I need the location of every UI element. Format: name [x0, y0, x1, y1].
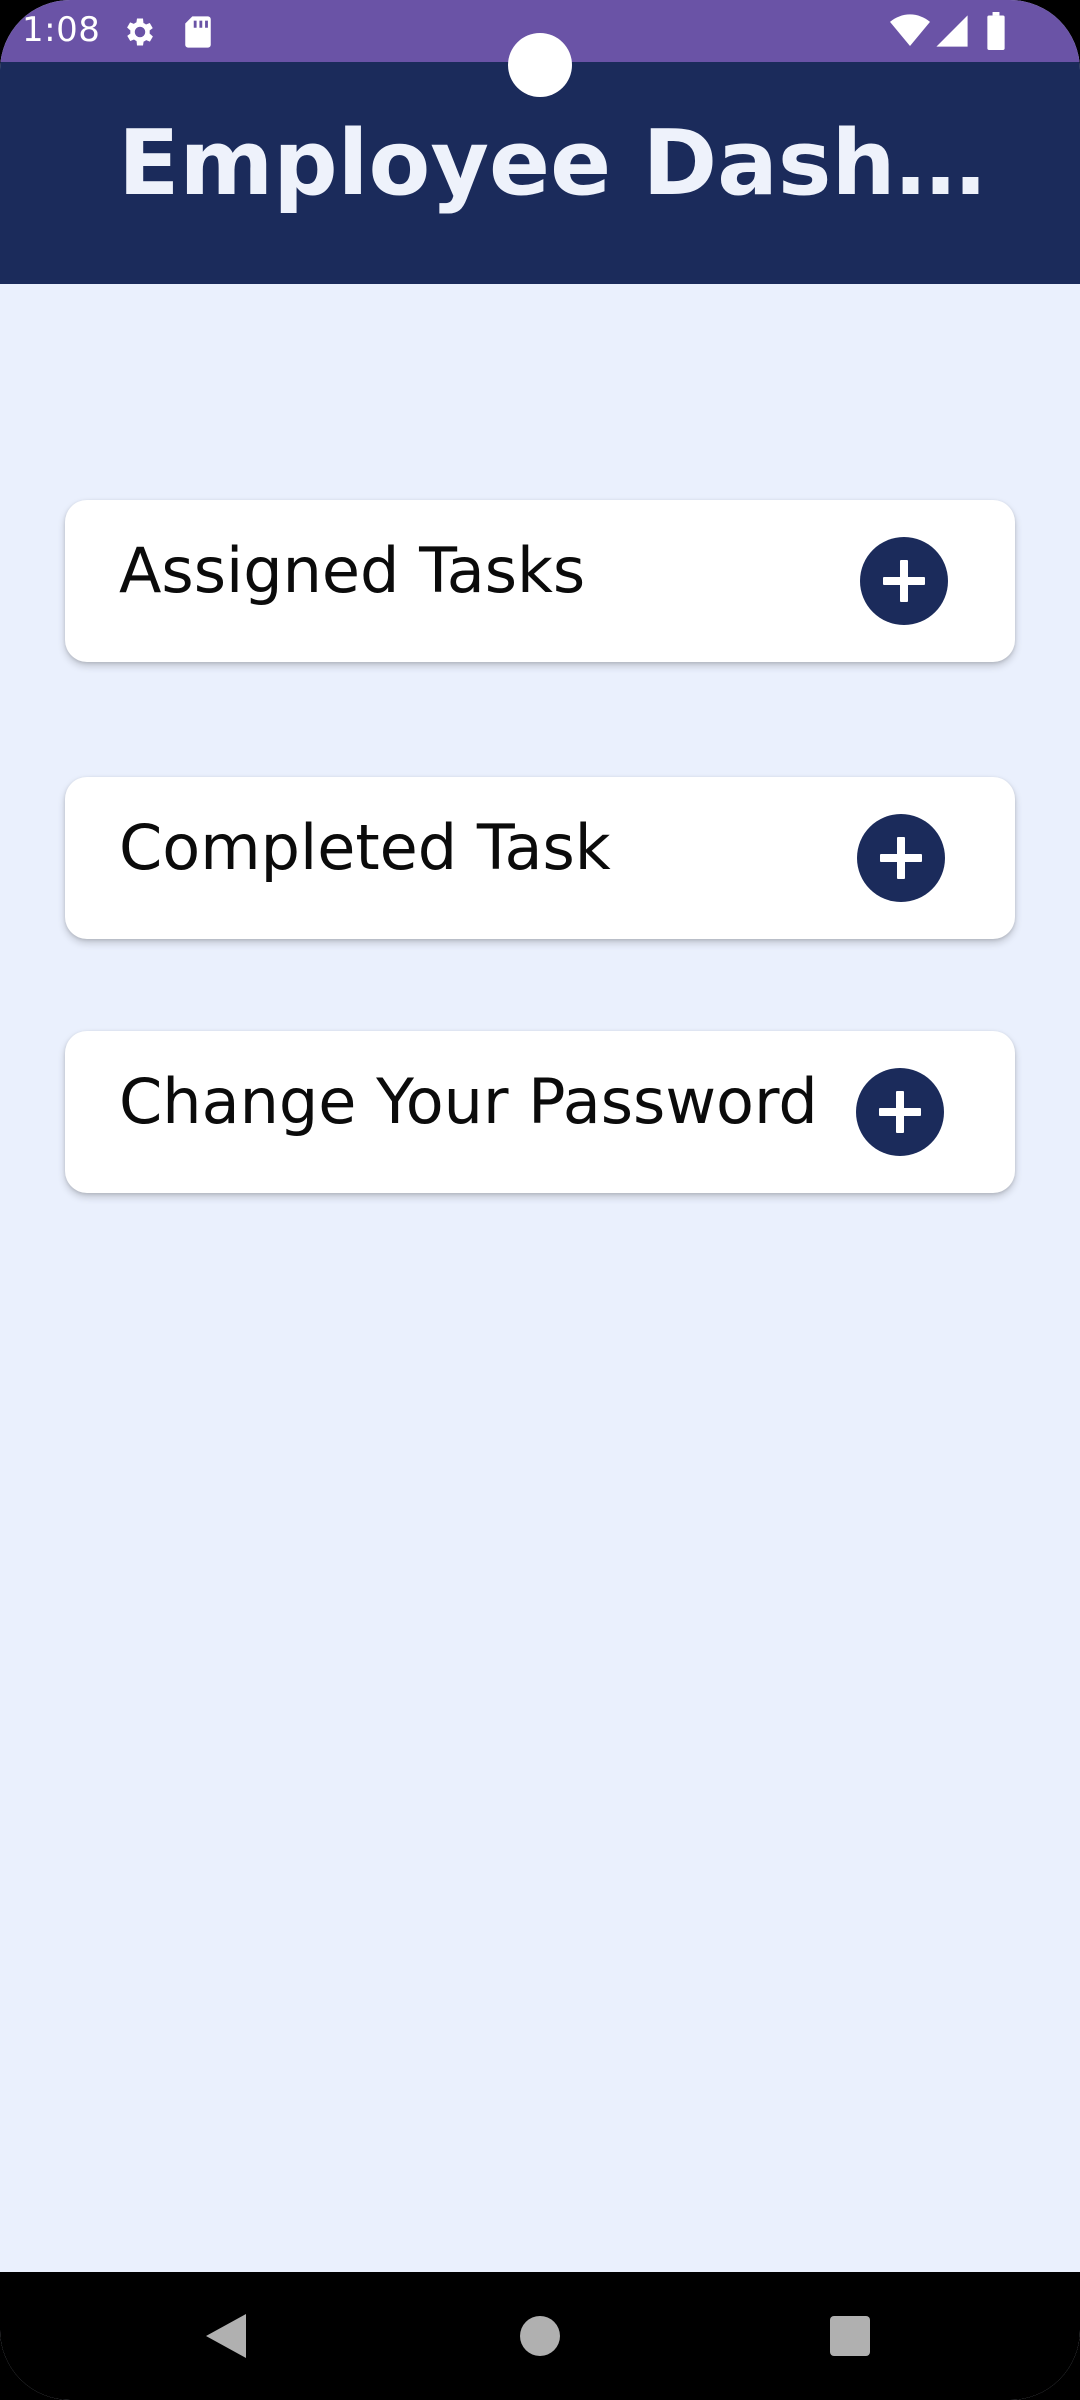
card-label: Completed Task [119, 811, 611, 884]
card-assigned-tasks[interactable]: Assigned Tasks [65, 500, 1015, 662]
sd-card-icon [185, 16, 211, 48]
recents-icon[interactable] [830, 2316, 870, 2356]
signal-icon [936, 15, 968, 47]
battery-icon [987, 12, 1005, 50]
screen: 1:08 Employee Dashboard Assigned Tasks [0, 0, 1080, 2400]
plus-icon [880, 837, 922, 879]
add-assigned-tasks-button[interactable] [860, 537, 948, 625]
card-completed-task[interactable]: Completed Task [65, 777, 1015, 939]
navigation-bar [0, 2272, 1080, 2400]
add-change-password-button[interactable] [856, 1068, 944, 1156]
home-icon[interactable] [520, 2316, 560, 2356]
gear-icon [127, 18, 153, 46]
plus-icon [883, 560, 925, 602]
card-label: Assigned Tasks [119, 534, 586, 607]
plus-icon [879, 1091, 921, 1133]
wifi-icon [890, 14, 930, 47]
camera-cutout [508, 33, 572, 97]
add-completed-task-button[interactable] [857, 814, 945, 902]
back-icon[interactable] [202, 2312, 248, 2360]
card-change-password[interactable]: Change Your Password [65, 1031, 1015, 1193]
status-time: 1:08 [22, 10, 101, 50]
card-label: Change Your Password [119, 1065, 818, 1138]
app-title: Employee Dashboard [118, 112, 1038, 216]
